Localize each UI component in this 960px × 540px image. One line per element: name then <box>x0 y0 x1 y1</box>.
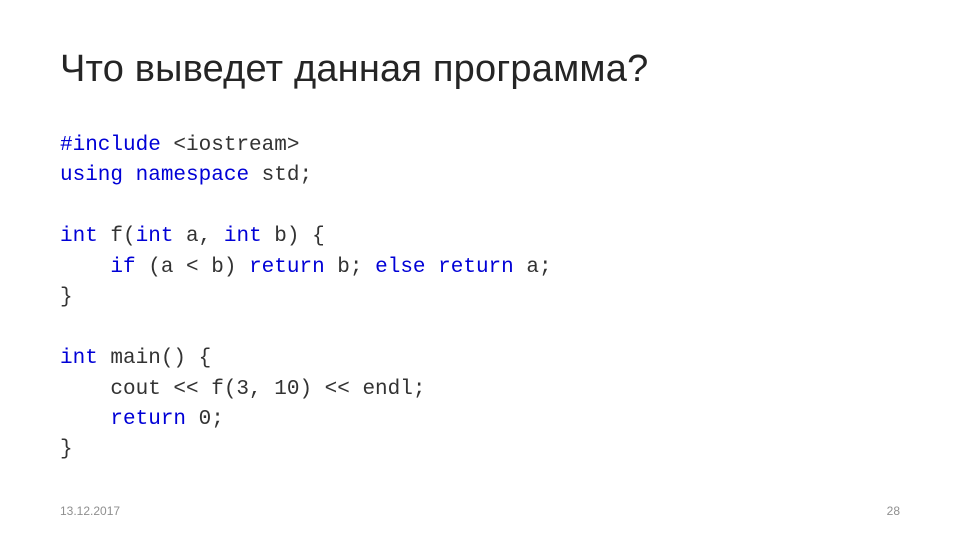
kw-if: if <box>110 256 135 279</box>
include-target: <iostream> <box>161 134 300 157</box>
slide: Что выведет данная программа? #include <… <box>0 0 960 540</box>
code-text <box>426 256 439 279</box>
kw-return: return <box>438 256 514 279</box>
kw-int: int <box>224 225 262 248</box>
code-text: a; <box>514 256 552 279</box>
footer-page-number: 28 <box>887 504 900 518</box>
code-indent <box>60 256 110 279</box>
code-text: cout << f(3, 10) << endl; <box>60 378 425 401</box>
kw-namespace: namespace <box>136 164 249 187</box>
kw-using: using <box>60 164 123 187</box>
kw-int: int <box>60 225 98 248</box>
code-text: main() { <box>98 347 211 370</box>
kw-return: return <box>249 256 325 279</box>
code-text: 0; <box>186 408 224 431</box>
kw-else: else <box>375 256 425 279</box>
code-brace: } <box>60 286 73 309</box>
slide-footer: 13.12.2017 28 <box>60 504 900 518</box>
page-title: Что выведет данная программа? <box>60 48 900 91</box>
code-text: b) { <box>262 225 325 248</box>
code-brace: } <box>60 438 73 461</box>
kw-include: #include <box>60 134 161 157</box>
code-text: std; <box>249 164 312 187</box>
footer-date: 13.12.2017 <box>60 504 120 518</box>
code-text: b; <box>325 256 375 279</box>
kw-int: int <box>136 225 174 248</box>
code-text: (a < b) <box>136 256 249 279</box>
code-indent <box>60 408 110 431</box>
code-text <box>123 164 136 187</box>
code-block: #include <iostream> using namespace std;… <box>60 131 900 466</box>
kw-return: return <box>110 408 186 431</box>
code-text: f( <box>98 225 136 248</box>
code-text: a, <box>173 225 223 248</box>
kw-int: int <box>60 347 98 370</box>
